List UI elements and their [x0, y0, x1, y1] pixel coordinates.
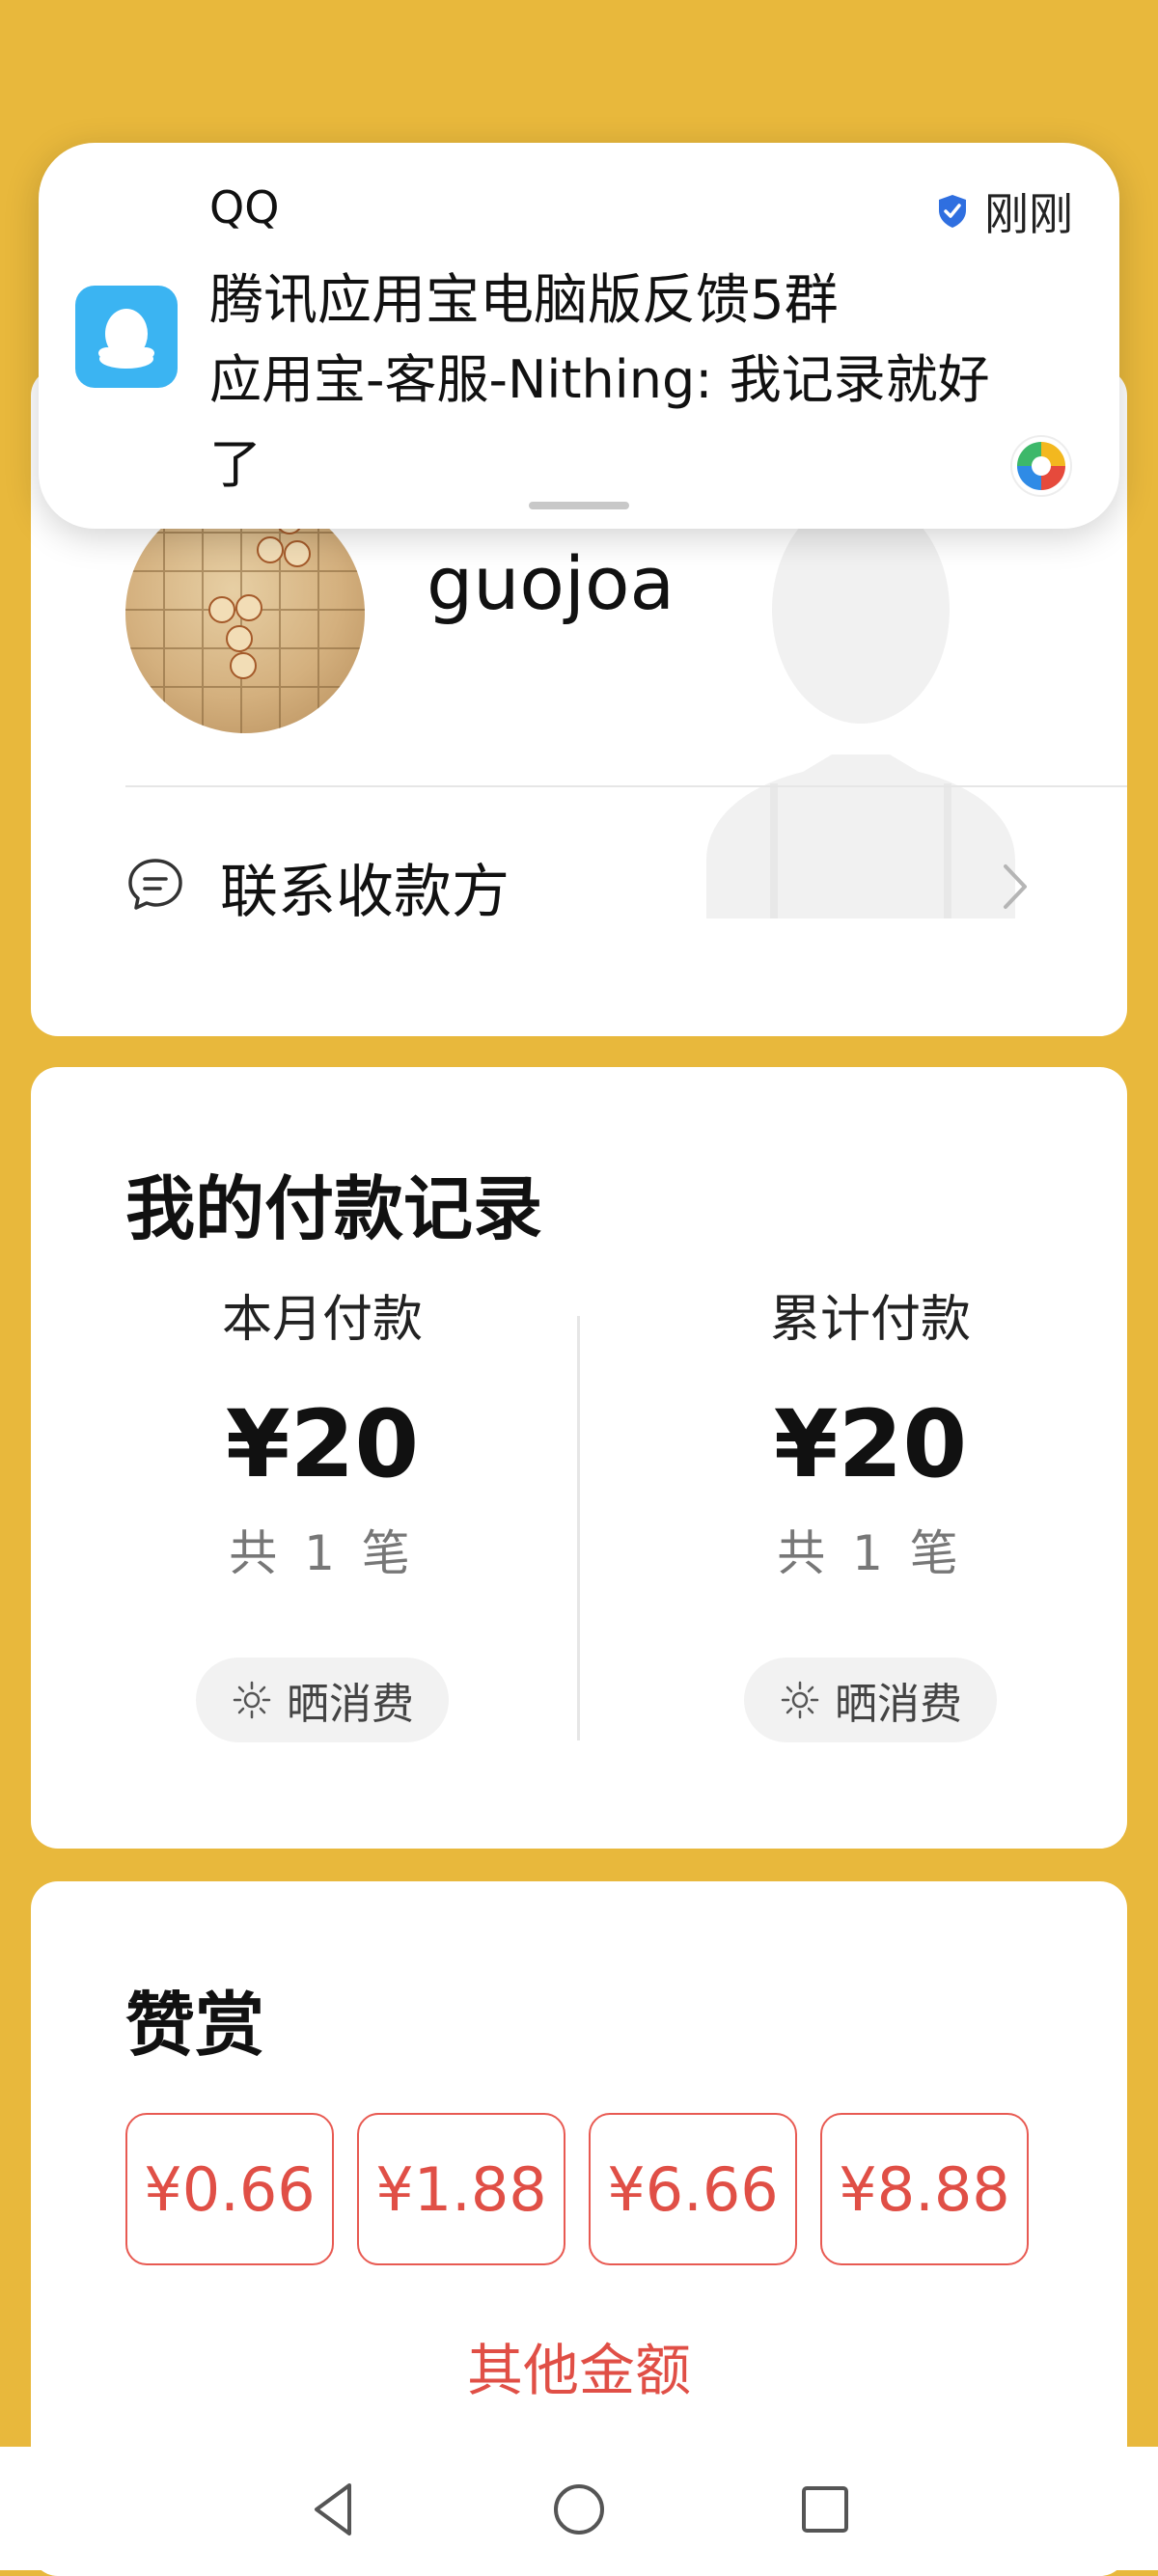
show-total-label: 晒消费: [835, 1680, 962, 1729]
back-triangle-icon[interactable]: [299, 2476, 367, 2543]
verified-shield-icon: [939, 195, 966, 228]
notification-time-group: 刚刚: [936, 179, 1073, 243]
show-total-button[interactable]: 晒消费: [744, 1658, 997, 1742]
payment-records-title: 我的付款记录: [125, 1168, 543, 1249]
this-month-count: 共 1 笔: [229, 1525, 416, 1581]
notification-message: 应用宝-客服-Nithing: 我记录就好了: [209, 349, 990, 495]
tip-amount-button[interactable]: ¥8.88: [820, 2113, 1029, 2265]
show-this-month-button[interactable]: 晒消费: [196, 1658, 449, 1742]
tip-amount-button[interactable]: ¥0.66: [125, 2113, 334, 2265]
payee-avatar: [125, 494, 365, 733]
this-month-amount: ¥20: [225, 1390, 420, 1498]
notification-app-name: QQ: [209, 181, 280, 233]
tip-amount-button[interactable]: ¥6.66: [589, 2113, 797, 2265]
total-amount: ¥20: [773, 1390, 968, 1498]
other-amount-link[interactable]: 其他金额: [31, 2325, 1127, 2406]
home-circle-icon[interactable]: [545, 2476, 613, 2543]
stats-divider: [577, 1316, 580, 1740]
sparkle-icon: [781, 1681, 819, 1719]
sparkle-icon: [233, 1681, 271, 1719]
contact-payee-row[interactable]: 联系收款方: [31, 789, 1127, 1036]
payee-name: guojoa: [427, 540, 676, 626]
total-count: 共 1 笔: [777, 1525, 964, 1581]
show-this-month-label: 晒消费: [287, 1680, 414, 1729]
payment-records-card: 我的付款记录 本月付款 ¥20 共 1 笔 晒消费 累计付款 ¥20 共 1 笔…: [31, 1067, 1127, 1849]
system-nav-bar: [0, 2447, 1158, 2570]
app-store-badge-icon: [1010, 435, 1072, 497]
total-stat: 累计付款 ¥20 共 1 笔 晒消费: [677, 1289, 1063, 1742]
payee-divider: [125, 785, 1127, 787]
this-month-stat: 本月付款 ¥20 共 1 笔 晒消费: [129, 1289, 515, 1742]
notification-time: 刚刚: [984, 188, 1073, 240]
contact-payee-label: 联系收款方: [220, 859, 510, 926]
tip-amount-row: ¥0.66 ¥1.88 ¥6.66 ¥8.88: [125, 2113, 1029, 2265]
total-label: 累计付款: [769, 1291, 971, 1349]
qq-notification[interactable]: QQ 刚刚 腾讯应用宝电脑版反馈5群 应用宝-客服-Nithing: 我记录就好…: [39, 143, 1119, 529]
tip-title: 赞赏: [125, 1985, 265, 2066]
notification-drag-handle[interactable]: [529, 502, 629, 509]
chevron-right-icon: [1004, 864, 1027, 909]
chat-bubble-icon: [128, 859, 182, 910]
this-month-label: 本月付款: [221, 1291, 423, 1349]
notification-title: 腾讯应用宝电脑版反馈5群: [209, 269, 839, 332]
recent-apps-square-icon[interactable]: [791, 2476, 859, 2543]
tip-amount-button[interactable]: ¥1.88: [357, 2113, 565, 2265]
qq-app-icon: [75, 286, 178, 388]
